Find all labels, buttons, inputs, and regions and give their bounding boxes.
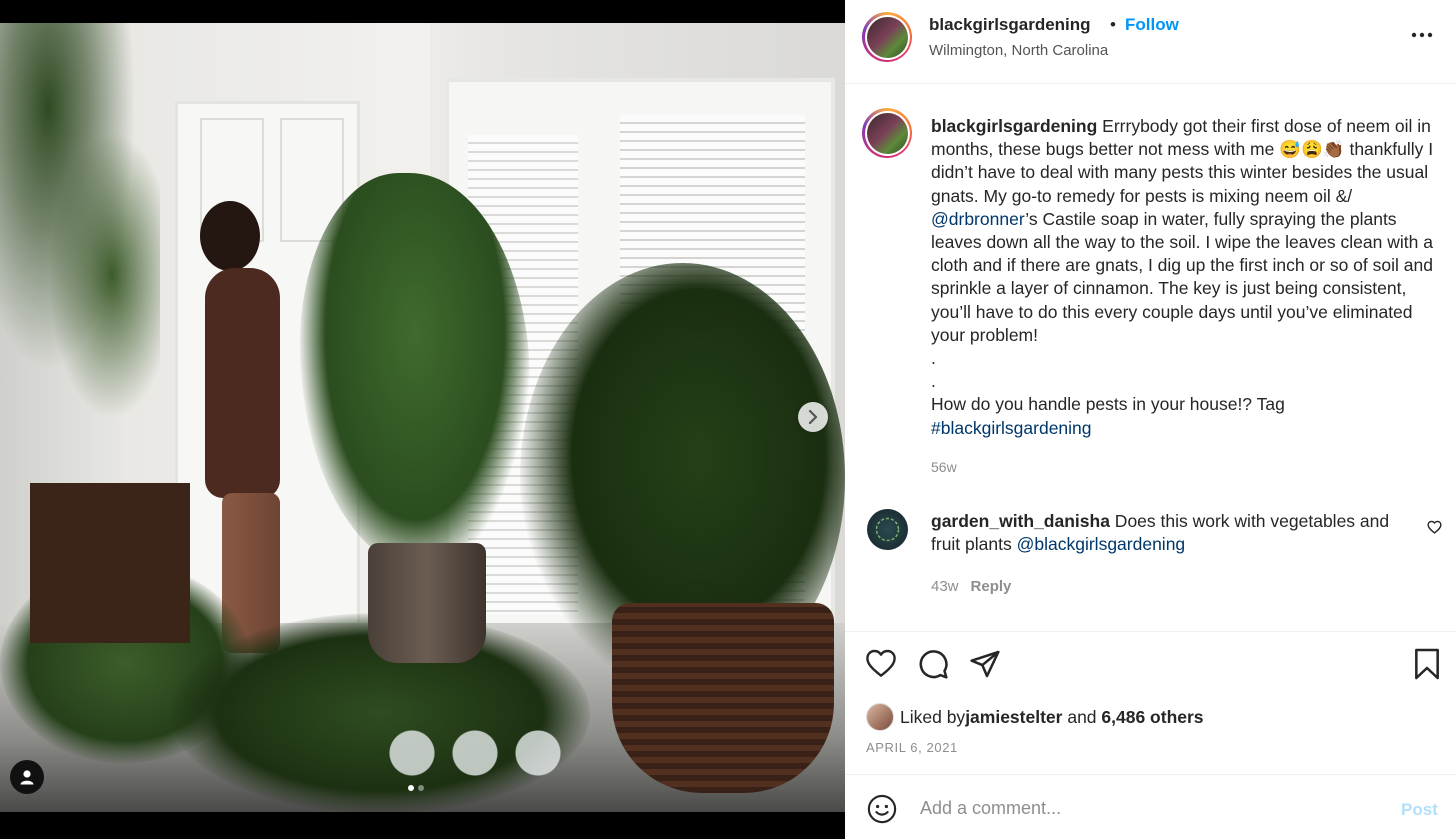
post-comment-button[interactable]: Post (1401, 800, 1438, 820)
header-separator: • (1110, 15, 1116, 34)
post-sidebar: blackgirlsgardening • Follow Wilmington,… (845, 0, 1456, 839)
author-avatar[interactable] (862, 12, 912, 62)
carousel-next-button[interactable] (798, 402, 828, 432)
reply-button[interactable]: Reply (971, 578, 1012, 595)
author-avatar-image (866, 16, 908, 58)
caption-dot: . (931, 371, 936, 392)
comment-icon (919, 650, 948, 679)
comment-mention[interactable]: @blackgirlsgardening (1017, 534, 1186, 554)
photo-gray-pot (368, 543, 486, 663)
add-comment-input[interactable] (918, 797, 1362, 820)
post-location[interactable]: Wilmington, North Carolina (929, 42, 1108, 59)
photo-person-body (205, 268, 280, 498)
comment-timestamp[interactable]: 43w (931, 578, 959, 595)
emoji-button[interactable] (867, 794, 897, 829)
comment-username[interactable]: garden_with_danisha (931, 511, 1110, 531)
caption-hashtag[interactable]: #blackgirlsgardening (931, 418, 1092, 438)
comment-meta: 43w Reply (931, 578, 1011, 595)
smiley-icon (867, 794, 897, 824)
commenter-avatar-image (875, 517, 900, 542)
caption-text-continued: ’s Castile soap in water, fully spraying… (931, 208, 1433, 345)
more-horizontal-icon (1411, 32, 1433, 38)
post-header: blackgirlsgardening • Follow Wilmington,… (845, 0, 1456, 84)
more-options-button[interactable] (1411, 25, 1433, 43)
caption-dot: . (931, 348, 936, 369)
heart-icon (1427, 520, 1442, 534)
send-icon (970, 650, 1000, 678)
caption-avatar[interactable] (862, 108, 912, 158)
like-button[interactable] (865, 648, 897, 683)
user-icon (20, 770, 34, 785)
caption-mention[interactable]: @drbronner (931, 209, 1025, 229)
carousel-dot (418, 785, 424, 791)
heart-icon (866, 649, 896, 677)
caption-username[interactable]: blackgirlsgardening (931, 116, 1097, 136)
likes-prefix: Liked by (900, 706, 966, 727)
likes-summary: Liked by jamiestelter and 6,486 others (866, 703, 1204, 731)
comment: garden_with_danisha Does this work with … (931, 510, 1411, 556)
post-media (0, 0, 845, 839)
likes-middle: and (1062, 706, 1102, 727)
chevron-right-icon (808, 410, 818, 424)
author-username[interactable]: blackgirlsgardening (929, 15, 1091, 35)
photo-side-cabinet (30, 483, 190, 643)
commenter-avatar[interactable] (867, 509, 908, 550)
caption-question: How do you handle pests in your house!? … (931, 394, 1285, 415)
liker-avatar[interactable] (866, 703, 894, 731)
post-date[interactable]: APRIL 6, 2021 (866, 740, 958, 755)
post-photo[interactable] (0, 23, 845, 812)
save-button[interactable] (1413, 648, 1441, 685)
actions-divider (845, 631, 1456, 632)
carousel-dot-active (408, 785, 414, 791)
add-comment-bar: Post (845, 774, 1456, 840)
caption-timestamp[interactable]: 56w (931, 459, 957, 475)
likes-others[interactable]: 6,486 others (1101, 707, 1203, 728)
photo-basket-pot (612, 603, 834, 793)
photo-person-head (200, 201, 260, 271)
comment-button[interactable] (917, 648, 949, 685)
tagged-users-button[interactable] (10, 760, 44, 794)
comment-like-button[interactable] (1427, 520, 1442, 539)
post-caption: blackgirlsgardening Errrybody got their … (931, 115, 1446, 440)
photo-vines (0, 23, 160, 443)
carousel-indicator (408, 785, 424, 791)
follow-button[interactable]: Follow (1125, 15, 1179, 35)
share-button[interactable] (969, 648, 1001, 685)
photo-glass-vases (385, 723, 565, 783)
caption-avatar-image (866, 112, 908, 154)
bookmark-icon (1415, 648, 1439, 680)
liker-username[interactable]: jamiestelter (965, 707, 1062, 728)
